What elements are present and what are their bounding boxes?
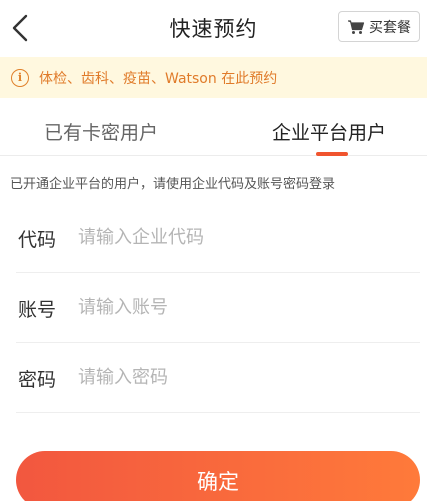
login-tabs: 已有卡密用户 企业平台用户	[0, 98, 427, 156]
notice-text: 体检、齿科、疫苗、Watson 在此预约	[39, 70, 278, 87]
password-input[interactable]	[78, 357, 398, 397]
notice-banner: i 体检、齿科、疫苗、Watson 在此预约	[0, 57, 427, 98]
confirm-button[interactable]: 确定	[16, 451, 420, 501]
account-label: 账号	[18, 299, 57, 321]
account-input[interactable]	[78, 287, 398, 327]
buy-package-button[interactable]: 买套餐	[338, 11, 420, 42]
code-input[interactable]	[78, 217, 398, 257]
password-field: 密码	[16, 343, 420, 413]
password-label: 密码	[18, 369, 57, 391]
login-hint: 已开通企业平台的用户，请使用企业代码及账号密码登录	[10, 177, 336, 192]
tab-card-user[interactable]: 已有卡密用户	[44, 118, 158, 145]
tab-enterprise-user[interactable]: 企业平台用户	[272, 118, 386, 145]
info-circle-icon: i	[11, 68, 29, 87]
active-tab-indicator	[316, 152, 348, 156]
cart-icon	[348, 19, 365, 34]
code-field: 代码	[16, 203, 420, 273]
account-field: 账号	[16, 273, 420, 343]
buy-package-label: 买套餐	[369, 19, 411, 36]
header-bar: 快速预约 买套餐	[0, 0, 427, 56]
code-label: 代码	[18, 229, 57, 251]
